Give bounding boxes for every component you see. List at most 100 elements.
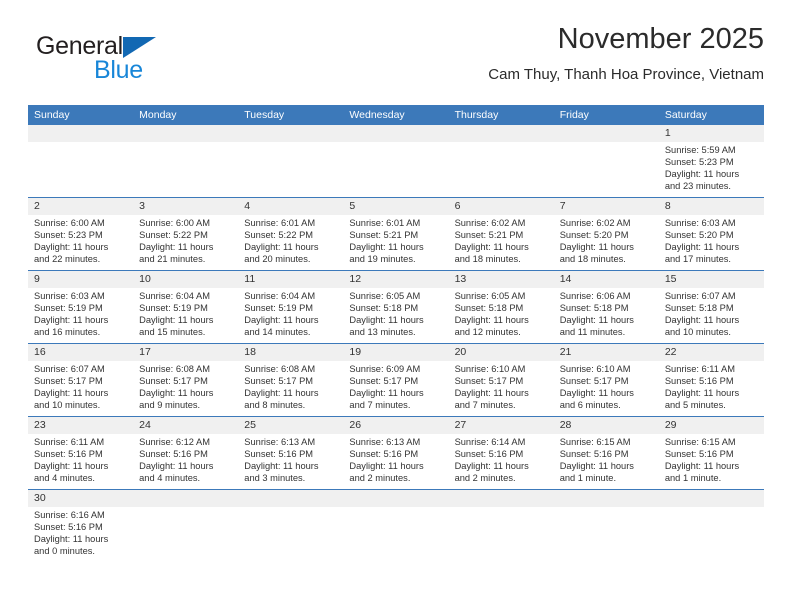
calendar-day-cell[interactable]: 22 Sunrise: 6:11 AM Sunset: 5:16 PM Dayligh… (658, 344, 764, 416)
daylight-text: Daylight: 11 hours (349, 460, 424, 471)
calendar-day-cell[interactable]: 12 Sunrise: 6:05 AM Sunset: 5:18 PM Dayligh… (343, 271, 449, 343)
title-block: November 2025 Cam Thuy, Thanh Hoa Provin… (488, 22, 764, 86)
calendar-day-cell[interactable]: 28 Sunrise: 6:15 AM Sunset: 5:16 PM Dayligh… (553, 417, 659, 489)
sun-times: Sunrise: 6:16 AM Sunset: 5:16 PM Daylight:… (28, 507, 133, 558)
calendar-day-cell[interactable]: 11 Sunrise: 6:04 AM Sunset: 5:19 PM Dayligh… (238, 271, 344, 343)
sunrise-text: Sunrise: 6:15 AM (664, 437, 736, 447)
daylight-text: and 10 minutes. (34, 399, 101, 410)
calendar-day-cell[interactable]: 21 Sunrise: 6:10 AM Sunset: 5:17 PM Dayligh… (553, 344, 659, 416)
sunrise-text: Sunrise: 6:01 AM (349, 218, 421, 228)
daylight-text: and 8 minutes. (244, 399, 306, 410)
sunrise-text: Sunrise: 6:04 AM (244, 291, 316, 301)
daylight-text: Daylight: 11 hours (34, 314, 109, 325)
calendar-week-row: 23 Sunrise: 6:11 AM Sunset: 5:16 PM Dayligh… (28, 416, 764, 489)
weekday-header-friday: Friday (559, 109, 589, 121)
calendar-grid: Sunday Monday Tuesday Wednesday Thursday Frid… (28, 105, 764, 562)
calendar-weeks: 1 Sunrise: 5:59 AM Sunset: 5:23 PM Daylight… (28, 125, 764, 562)
calendar-day-cell[interactable]: 9 Sunrise: 6:03 AM Sunset: 5:19 PM Daylight… (28, 271, 134, 343)
sunset-text: Sunset: 5:20 PM (664, 229, 734, 240)
calendar-day-cell[interactable]: 3 Sunrise: 6:00 AM Sunset: 5:22 PM Daylight… (133, 198, 239, 270)
sunrise-text: Sunrise: 6:05 AM (454, 291, 526, 301)
day-number: 8 (658, 198, 764, 215)
general-blue-logo: General Blue (36, 32, 216, 88)
calendar-cell-empty (343, 490, 449, 562)
calendar-day-cell[interactable]: 27 Sunrise: 6:14 AM Sunset: 5:16 PM Dayligh… (448, 417, 554, 489)
calendar-day-cell[interactable]: 23 Sunrise: 6:11 AM Sunset: 5:16 PM Dayligh… (28, 417, 134, 489)
calendar-day-cell[interactable]: 29 Sunrise: 6:15 AM Sunset: 5:16 PM Dayligh… (658, 417, 764, 489)
weekday-header-monday: Monday (139, 109, 177, 121)
sunrise-text: Sunrise: 6:10 AM (454, 364, 526, 374)
day-number (343, 125, 449, 142)
calendar-day-cell[interactable]: 16 Sunrise: 6:07 AM Sunset: 5:17 PM Dayligh… (28, 344, 134, 416)
daylight-text: and 5 minutes. (664, 399, 726, 410)
calendar-week-row: 9 Sunrise: 6:03 AM Sunset: 5:19 PM Daylight… (28, 270, 764, 343)
day-number: 2 (28, 198, 134, 215)
sun-times: Sunrise: 6:00 AM Sunset: 5:23 PM Daylight:… (28, 215, 133, 266)
daylight-text: Daylight: 11 hours (559, 460, 634, 471)
calendar-day-cell[interactable]: 17 Sunrise: 6:08 AM Sunset: 5:17 PM Dayligh… (133, 344, 239, 416)
calendar-cell-empty (553, 125, 659, 197)
calendar-day-cell[interactable]: 15 Sunrise: 6:07 AM Sunset: 5:18 PM Dayligh… (658, 271, 764, 343)
daylight-text: and 2 minutes. (349, 472, 411, 483)
calendar-day-cell[interactable]: 6 Sunrise: 6:02 AM Sunset: 5:21 PM Daylight… (448, 198, 554, 270)
daylight-text: and 9 minutes. (139, 399, 201, 410)
weekday-header-wednesday: Wednesday (349, 109, 405, 121)
calendar-day-cell[interactable]: 8 Sunrise: 6:03 AM Sunset: 5:20 PM Daylight… (658, 198, 764, 270)
sunset-text: Sunset: 5:22 PM (139, 229, 208, 240)
day-number: 18 (238, 344, 344, 361)
calendar-week-row: 2 Sunrise: 6:00 AM Sunset: 5:23 PM Daylight… (28, 197, 764, 270)
weekday-header-thursday: Thursday (454, 109, 499, 121)
daylight-text: and 20 minutes. (244, 253, 311, 264)
day-number (343, 490, 449, 507)
sun-times: Sunrise: 6:11 AM Sunset: 5:16 PM Daylight:… (28, 434, 133, 485)
daylight-text: Daylight: 11 hours (664, 168, 740, 179)
sun-times: Sunrise: 6:15 AM Sunset: 5:16 PM Daylight:… (554, 434, 659, 485)
day-number: 22 (658, 344, 764, 361)
calendar-week-row: 30 Sunrise: 6:16 AM Sunset: 5:16 PM Dayligh… (28, 489, 764, 562)
calendar-day-cell[interactable]: 7 Sunrise: 6:02 AM Sunset: 5:20 PM Daylight… (553, 198, 659, 270)
calendar-day-cell[interactable]: 26 Sunrise: 6:13 AM Sunset: 5:16 PM Dayligh… (343, 417, 449, 489)
calendar-day-cell[interactable]: 24 Sunrise: 6:12 AM Sunset: 5:16 PM Dayligh… (133, 417, 239, 489)
sun-times: Sunrise: 6:04 AM Sunset: 5:19 PM Daylight:… (238, 288, 343, 339)
calendar-day-cell[interactable]: 30 Sunrise: 6:16 AM Sunset: 5:16 PM Dayligh… (28, 490, 134, 562)
calendar-week-row: 1 Sunrise: 5:59 AM Sunset: 5:23 PM Daylight… (28, 125, 764, 197)
sunrise-text: Sunrise: 6:15 AM (559, 437, 631, 447)
calendar-day-cell[interactable]: 5 Sunrise: 6:01 AM Sunset: 5:21 PM Daylight… (343, 198, 449, 270)
calendar-day-cell[interactable]: 25 Sunrise: 6:13 AM Sunset: 5:16 PM Dayligh… (238, 417, 344, 489)
sun-times: Sunrise: 6:15 AM Sunset: 5:16 PM Daylight:… (659, 434, 764, 485)
calendar-day-cell[interactable]: 14 Sunrise: 6:06 AM Sunset: 5:18 PM Dayligh… (553, 271, 659, 343)
calendar-day-cell[interactable]: 4 Sunrise: 6:01 AM Sunset: 5:22 PM Daylight… (238, 198, 344, 270)
daylight-text: and 12 minutes. (454, 326, 521, 337)
daylight-text: and 1 minute. (664, 472, 722, 483)
calendar-day-cell[interactable]: 20 Sunrise: 6:10 AM Sunset: 5:17 PM Dayligh… (448, 344, 554, 416)
weekday-header-saturday: Saturday (664, 109, 707, 121)
calendar-day-cell[interactable]: 1 Sunrise: 5:59 AM Sunset: 5:23 PM Daylight… (658, 125, 764, 197)
day-number: 9 (28, 271, 134, 288)
daylight-text: Daylight: 11 hours (244, 314, 319, 325)
daylight-text: and 3 minutes. (244, 472, 306, 483)
sunrise-text: Sunrise: 6:06 AM (559, 291, 631, 301)
sun-times: Sunrise: 6:01 AM Sunset: 5:21 PM Daylight:… (343, 215, 448, 266)
daylight-text: Daylight: 11 hours (244, 460, 319, 471)
calendar-day-cell[interactable]: 19 Sunrise: 6:09 AM Sunset: 5:17 PM Dayligh… (343, 344, 449, 416)
calendar-day-cell[interactable]: 13 Sunrise: 6:05 AM Sunset: 5:18 PM Dayligh… (448, 271, 554, 343)
sunrise-text: Sunrise: 6:13 AM (349, 437, 421, 447)
daylight-text: Daylight: 11 hours (139, 241, 214, 252)
sunset-text: Sunset: 5:18 PM (559, 302, 629, 313)
sun-times: Sunrise: 6:10 AM Sunset: 5:17 PM Daylight:… (554, 361, 659, 412)
sunset-text: Sunset: 5:18 PM (664, 302, 734, 313)
daylight-text: Daylight: 11 hours (139, 460, 214, 471)
daylight-text: and 19 minutes. (349, 253, 416, 264)
daylight-text: and 10 minutes. (664, 326, 731, 337)
daylight-text: Daylight: 11 hours (454, 314, 529, 325)
sunset-text: Sunset: 5:17 PM (454, 375, 524, 386)
day-number (448, 125, 554, 142)
sunrise-text: Sunrise: 6:08 AM (244, 364, 316, 374)
page-title: November 2025 (557, 23, 764, 55)
calendar-day-cell[interactable]: 10 Sunrise: 6:04 AM Sunset: 5:19 PM Dayligh… (133, 271, 239, 343)
daylight-text: Daylight: 11 hours (559, 387, 634, 398)
day-number: 6 (448, 198, 554, 215)
calendar-day-cell[interactable]: 2 Sunrise: 6:00 AM Sunset: 5:23 PM Daylight… (28, 198, 134, 270)
daylight-text: Daylight: 11 hours (664, 314, 740, 325)
calendar-day-cell[interactable]: 18 Sunrise: 6:08 AM Sunset: 5:17 PM Dayligh… (238, 344, 344, 416)
